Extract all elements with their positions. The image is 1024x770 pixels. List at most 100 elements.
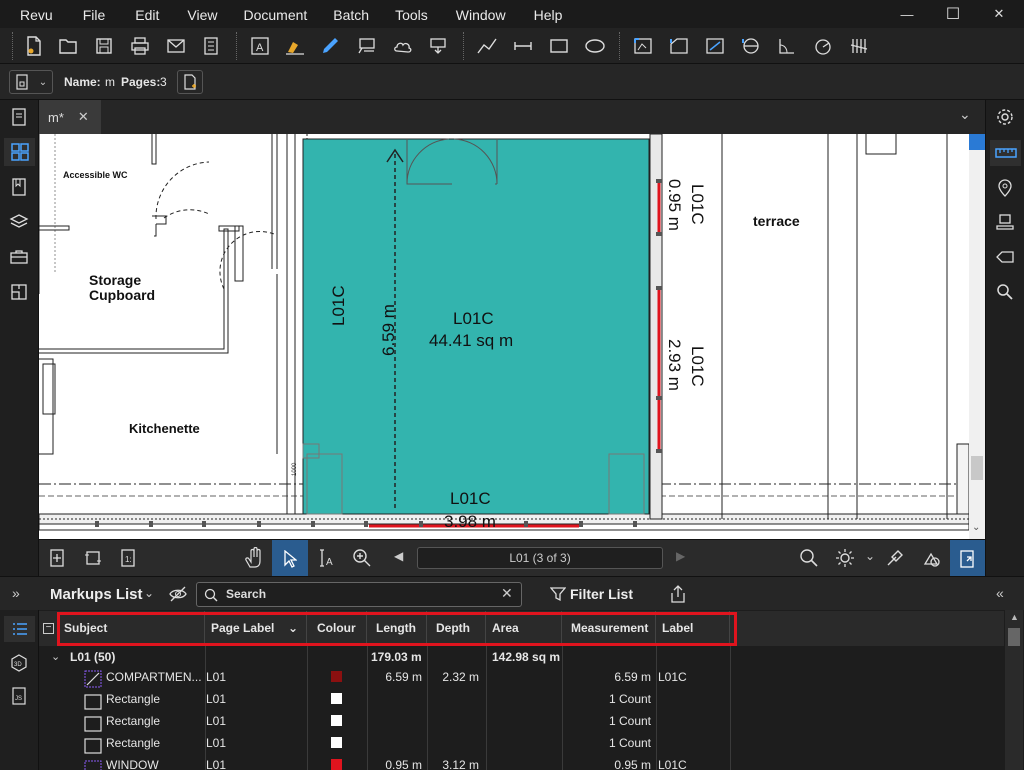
volume-icon[interactable] (703, 34, 727, 58)
menu-tools[interactable]: Tools (395, 0, 456, 28)
table-row[interactable]: Rectangle L01 1 Count (39, 732, 1004, 754)
menu-edit[interactable]: Edit (125, 0, 179, 28)
measurements-icon[interactable] (990, 140, 1021, 166)
callout-icon[interactable] (355, 34, 379, 58)
menu-view[interactable]: View (179, 0, 243, 28)
cloud-icon[interactable] (391, 34, 415, 58)
polyline-icon[interactable] (475, 34, 499, 58)
collapse-all-icon[interactable]: − (43, 623, 54, 634)
page-setup-icon[interactable] (84, 549, 102, 570)
filter-icon[interactable] (550, 586, 566, 602)
brightness-icon[interactable] (835, 548, 855, 571)
tag-icon[interactable] (994, 246, 1016, 268)
expand-panel-icon[interactable]: » (12, 585, 20, 601)
3d-view-icon[interactable]: 3D (10, 654, 28, 675)
ellipse-icon[interactable] (583, 34, 607, 58)
thumbnails-icon[interactable] (8, 106, 30, 128)
maximize-button[interactable]: ☐ (930, 0, 976, 28)
split-view-button[interactable] (950, 540, 985, 577)
open-folder-icon[interactable] (56, 34, 80, 58)
settings-icon[interactable] (994, 106, 1016, 128)
new-file-icon[interactable] (22, 34, 46, 58)
count-icon[interactable] (847, 34, 871, 58)
drawing-canvas[interactable]: Accessible WC Storage Cupboard Kitchenet… (39, 134, 969, 539)
group-chevron-icon[interactable]: ⌄ (51, 646, 60, 668)
search-input[interactable]: Search ✕ (196, 582, 522, 607)
eyedropper-icon[interactable] (885, 548, 905, 571)
next-page-icon[interactable]: ▶ (676, 549, 685, 563)
zoom-in-icon[interactable] (352, 548, 372, 571)
markups-dropdown-icon[interactable]: ⌄ (144, 586, 154, 600)
clear-search-icon[interactable]: ✕ (501, 585, 513, 602)
sync-icon[interactable] (921, 548, 941, 571)
bookmarks-icon[interactable] (8, 176, 30, 198)
filter-list-button[interactable]: Filter List (570, 586, 633, 602)
page-number-icon[interactable]: 1: (120, 549, 136, 570)
print-icon[interactable] (128, 34, 152, 58)
table-scrollbar[interactable]: ▲ (1005, 610, 1023, 770)
scroll-up-button[interactable] (969, 134, 985, 150)
menu-help[interactable]: Help (534, 0, 583, 28)
markup-list-icon[interactable] (199, 34, 223, 58)
minimize-button[interactable]: — (884, 0, 930, 28)
document-dropdown[interactable]: ⌄ (9, 70, 53, 94)
pen-icon[interactable] (319, 34, 343, 58)
stamp-icon[interactable] (994, 211, 1016, 233)
pan-hand-icon[interactable] (244, 546, 264, 572)
radius-icon[interactable] (811, 34, 835, 58)
area-measure-icon[interactable] (631, 34, 655, 58)
brightness-dropdown-icon[interactable]: ⌄ (865, 549, 875, 563)
document-tab[interactable]: m* ✕ (39, 100, 101, 134)
diameter-icon[interactable] (739, 34, 763, 58)
table-row[interactable]: Rectangle L01 1 Count (39, 710, 1004, 732)
previous-page-icon[interactable]: ◀ (394, 549, 403, 563)
menu-revu[interactable]: Revu (0, 0, 71, 28)
tool-chest-icon[interactable] (4, 138, 35, 166)
insert-page-icon[interactable] (49, 549, 65, 570)
script-icon[interactable]: JS (10, 687, 28, 708)
menu-document[interactable]: Document (243, 0, 333, 28)
search-icon[interactable] (994, 281, 1016, 303)
layers-icon[interactable] (8, 211, 30, 233)
angle-icon[interactable] (775, 34, 799, 58)
arrow-callout-icon[interactable] (427, 34, 451, 58)
email-icon[interactable] (164, 34, 188, 58)
room-label-cupboard: Cupboard (89, 287, 156, 303)
perimeter-icon[interactable] (667, 34, 691, 58)
collapse-panel-icon[interactable]: « (996, 585, 1004, 601)
list-view-icon[interactable] (4, 616, 35, 642)
tab-overflow-icon[interactable]: ⌄ (959, 106, 971, 123)
hide-markups-icon[interactable] (168, 585, 188, 606)
scroll-thumb[interactable] (971, 456, 983, 480)
group-row[interactable]: ⌄ L01 (50) 179.03 m 142.98 sq m (39, 646, 1004, 668)
export-icon[interactable] (670, 585, 686, 603)
toolbox-icon[interactable] (8, 246, 30, 268)
zoom-icon[interactable] (799, 548, 819, 571)
menu-window[interactable]: Window (456, 0, 534, 28)
row-page: L01 (206, 692, 227, 706)
highlighter-icon[interactable] (283, 34, 307, 58)
page-number-field[interactable]: L01 (3 of 3) (417, 547, 663, 569)
text-select-icon[interactable]: A (318, 548, 336, 571)
text-box-icon[interactable]: A (248, 34, 272, 58)
row-depth: 3.12 m (442, 758, 479, 770)
close-window-button[interactable]: ✕ (976, 0, 1022, 28)
save-icon[interactable] (92, 34, 116, 58)
markups-list-title[interactable]: Markups List (50, 586, 143, 603)
rectangle-icon[interactable] (547, 34, 571, 58)
scroll-down-icon[interactable]: ⌄ (972, 522, 980, 533)
menu-file[interactable]: File (71, 0, 126, 28)
table-scroll-thumb[interactable] (1008, 628, 1020, 646)
canvas-vertical-scrollbar[interactable]: ⌄ (969, 134, 985, 539)
table-row[interactable]: Rectangle L01 1 Count (39, 688, 1004, 710)
menu-batch[interactable]: Batch (333, 0, 395, 28)
close-tab-icon[interactable]: ✕ (78, 109, 89, 125)
add-page-button[interactable] (177, 70, 203, 94)
select-tool-button[interactable] (272, 540, 308, 577)
table-row[interactable]: COMPARTMEN... L01 6.59 m 2.32 m 6.59 m L… (39, 666, 1004, 688)
spaces-icon[interactable] (8, 281, 30, 303)
table-scroll-up-icon[interactable]: ▲ (1010, 612, 1019, 622)
location-pin-icon[interactable] (994, 177, 1016, 199)
table-row[interactable]: WINDOW L01 0.95 m 3.12 m 0.95 m L01C (39, 754, 1004, 770)
dimension-icon[interactable] (511, 34, 535, 58)
